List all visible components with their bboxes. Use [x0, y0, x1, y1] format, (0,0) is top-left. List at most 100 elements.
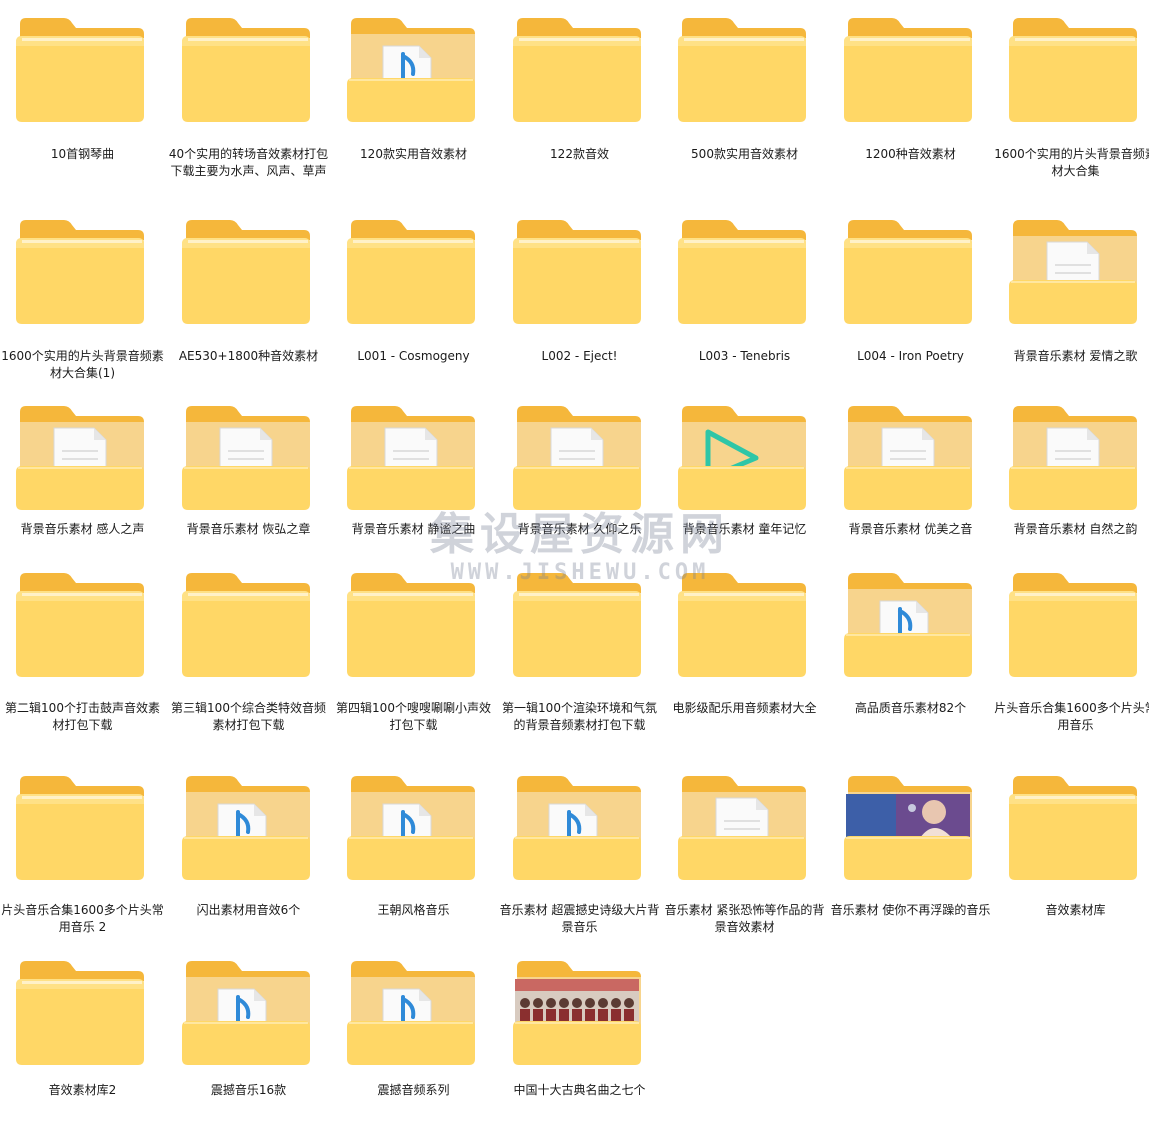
folder-name: 120款实用音效素材	[360, 147, 467, 161]
folder-name: 第二辑100个打击鼓声音效素材打包下载	[5, 701, 160, 732]
folder-item[interactable]: 中国十大古典名曲之七个	[497, 949, 662, 1139]
folder-item[interactable]: 震撼音乐16款	[166, 949, 331, 1139]
folder-item[interactable]: 第二辑100个打击鼓声音效素材打包下载	[0, 561, 165, 751]
folder-item[interactable]: 片头音乐合集1600多个片头常用音乐	[993, 561, 1149, 751]
folder-document-icon	[1007, 404, 1139, 514]
folder-name: 第一辑100个渲染环境和气氛的背景音频素材打包下载	[502, 701, 657, 732]
folder-name: 背景音乐素材 自然之韵	[1013, 522, 1138, 536]
folder-item[interactable]: 500款实用音效素材	[662, 6, 827, 196]
folder-empty-icon	[14, 571, 146, 681]
folder-audio-icon	[511, 774, 643, 884]
folder-name: L003 - Tenebris	[698, 349, 791, 363]
folder-item[interactable]: 高品质音乐素材82个	[828, 561, 993, 751]
folder-empty-icon	[1007, 16, 1139, 126]
folder-empty-icon	[345, 218, 477, 328]
folder-item[interactable]: 1600个实用的片头背景音频素材大合集(1)	[0, 208, 165, 398]
folder-item[interactable]: 背景音乐素材 感人之声	[0, 394, 165, 584]
folder-item[interactable]: 背景音乐素材 优美之音	[828, 394, 993, 584]
folder-audio-icon	[180, 959, 312, 1069]
folder-item[interactable]: 40个实用的转场音效素材打包下载主要为水声、风声、草声	[166, 6, 331, 196]
folder-name: 背景音乐素材 静谧之曲	[351, 522, 476, 536]
folder-name: 1600个实用的片头背景音频素材大合集(1)	[1, 349, 164, 380]
folder-name: 震撼音乐16款	[210, 1083, 287, 1097]
folder-name: 10首钢琴曲	[50, 147, 115, 161]
folder-document-icon	[180, 404, 312, 514]
folder-name: 音效素材库	[1045, 903, 1106, 917]
folder-item[interactable]: L003 - Tenebris	[662, 208, 827, 398]
folder-name: 1600个实用的片头背景音频素材大合集	[994, 147, 1149, 178]
folder-name: 高品质音乐素材82个	[854, 701, 967, 715]
folder-empty-icon	[676, 571, 808, 681]
folder-name: 闪出素材用音效6个	[196, 903, 301, 917]
folder-item[interactable]: 120款实用音效素材	[331, 6, 496, 196]
folder-item[interactable]: 第一辑100个渲染环境和气氛的背景音频素材打包下载	[497, 561, 662, 751]
folder-item[interactable]: 背景音乐素材 静谧之曲	[331, 394, 496, 584]
folder-item[interactable]: 背景音乐素材 自然之韵	[993, 394, 1149, 584]
folder-item[interactable]: 背景音乐素材 爱情之歌	[993, 208, 1149, 398]
folder-item[interactable]: 闪出素材用音效6个	[166, 764, 331, 954]
folder-name: 音乐素材 使你不再浮躁的音乐	[830, 903, 991, 917]
folder-item[interactable]: 背景音乐素材 童年记忆	[662, 394, 827, 584]
folder-name: 第三辑100个综合类特效音频素材打包下载	[171, 701, 326, 732]
folder-name: 122款音效	[550, 147, 609, 161]
folder-play-icon	[676, 404, 808, 514]
folder-document-icon	[1007, 218, 1139, 328]
folder-item[interactable]: 音效素材库2	[0, 949, 165, 1139]
folder-empty-icon	[511, 571, 643, 681]
folder-item[interactable]: AE530+1800种音效素材	[166, 208, 331, 398]
folder-item[interactable]: 10首钢琴曲	[0, 6, 165, 196]
folder-item[interactable]: L002 - Eject!	[497, 208, 662, 398]
folder-name: 背景音乐素材 感人之声	[20, 522, 145, 536]
folder-audio-icon	[180, 774, 312, 884]
folder-document-icon	[842, 404, 974, 514]
folder-name: 片头音乐合集1600多个片头常用音乐	[994, 701, 1149, 732]
folder-name: 中国十大古典名曲之七个	[513, 1083, 646, 1097]
folder-empty-icon	[180, 16, 312, 126]
folder-empty-icon	[842, 218, 974, 328]
folder-item[interactable]: L004 - Iron Poetry	[828, 208, 993, 398]
folder-name: 背景音乐素材 童年记忆	[682, 522, 807, 536]
folder-name: 电影级配乐用音频素材大全	[672, 701, 817, 715]
folder-name: 第四辑100个嗖嗖唰唰小声效打包下载	[336, 701, 491, 732]
folder-empty-icon	[180, 571, 312, 681]
folder-name: 背景音乐素材 优美之音	[848, 522, 973, 536]
folder-item[interactable]: 震撼音频系列	[331, 949, 496, 1139]
folder-item[interactable]: 音乐素材 使你不再浮躁的音乐	[828, 764, 993, 954]
folder-item[interactable]: 第三辑100个综合类特效音频素材打包下载	[166, 561, 331, 751]
folder-item[interactable]: 1600个实用的片头背景音频素材大合集	[993, 6, 1149, 196]
folder-item[interactable]: 电影级配乐用音频素材大全	[662, 561, 827, 751]
folder-name: 音乐素材 超震撼史诗级大片背景音乐	[499, 903, 660, 934]
folder-item[interactable]: 音乐素材 紧张恐怖等作品的背景音效素材	[662, 764, 827, 954]
folder-audio-icon	[345, 774, 477, 884]
folder-empty-icon	[180, 218, 312, 328]
folder-item[interactable]: 音乐素材 超震撼史诗级大片背景音乐	[497, 764, 662, 954]
folder-item[interactable]: 音效素材库	[993, 764, 1149, 954]
folder-item[interactable]: 背景音乐素材 恢弘之章	[166, 394, 331, 584]
folder-document-icon	[511, 404, 643, 514]
folder-empty-icon	[676, 218, 808, 328]
folder-name: 背景音乐素材 久仰之乐	[517, 522, 642, 536]
folder-empty-icon	[14, 16, 146, 126]
folder-name: 震撼音频系列	[377, 1083, 450, 1097]
folder-name: 40个实用的转场音效素材打包下载主要为水声、风声、草声	[168, 147, 329, 178]
folder-item[interactable]: 第四辑100个嗖嗖唰唰小声效打包下载	[331, 561, 496, 751]
folder-name: 片头音乐合集1600多个片头常用音乐 2	[1, 903, 164, 934]
folder-item[interactable]: L001 - Cosmogeny	[331, 208, 496, 398]
folder-audio-icon	[345, 959, 477, 1069]
folder-photo-icon	[842, 774, 974, 884]
folder-item[interactable]: 122款音效	[497, 6, 662, 196]
folder-empty-icon	[511, 218, 643, 328]
folder-document-icon	[345, 404, 477, 514]
folder-item[interactable]: 背景音乐素材 久仰之乐	[497, 394, 662, 584]
folder-name: 背景音乐素材 恢弘之章	[186, 522, 311, 536]
folder-item[interactable]: 1200种音效素材	[828, 6, 993, 196]
folder-item[interactable]: 王朝风格音乐	[331, 764, 496, 954]
folder-item[interactable]: 片头音乐合集1600多个片头常用音乐 2	[0, 764, 165, 954]
folder-name: 音效素材库2	[48, 1083, 117, 1097]
folder-document-icon	[676, 774, 808, 884]
folder-name: 背景音乐素材 爱情之歌	[1013, 349, 1138, 363]
folder-empty-icon	[511, 16, 643, 126]
folder-audio-icon	[842, 571, 974, 681]
folder-empty-icon	[676, 16, 808, 126]
folder-name: L004 - Iron Poetry	[857, 349, 964, 363]
